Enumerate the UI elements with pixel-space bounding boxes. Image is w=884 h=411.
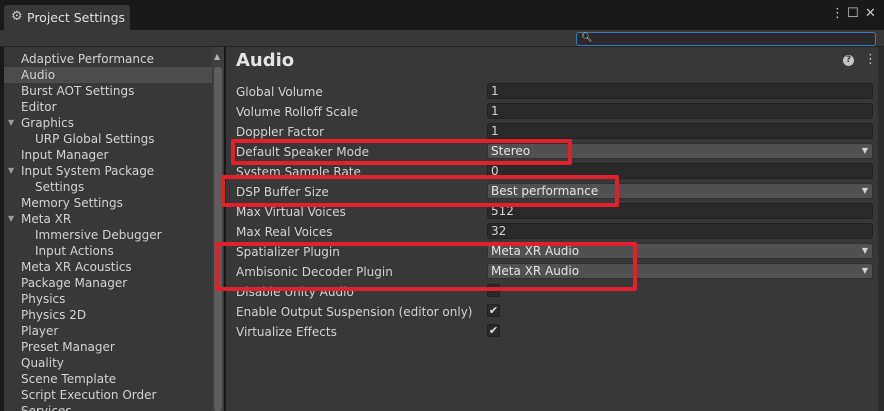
panel-menu-icon[interactable]: ⋮ <box>864 52 877 68</box>
search-input[interactable]: 🔍︎ <box>576 32 876 46</box>
sidebar-item-urp-global-settings[interactable]: URP Global Settings <box>4 131 212 147</box>
sidebar-item-label: Meta XR Acoustics <box>21 260 132 274</box>
sidebar-item-label: Services <box>21 404 72 411</box>
setting-label: Global Volume <box>236 85 323 99</box>
page-title: Audio <box>236 50 295 71</box>
sidebar-item-input-system-package[interactable]: ▼ Input System Package <box>4 163 212 179</box>
sidebar-item-memory-settings[interactable]: Memory Settings <box>4 195 212 211</box>
setting-row-volume-rolloff-scale: Volume Rolloff Scale 1 <box>226 102 878 122</box>
sidebar-item-label: Scene Template <box>21 372 117 386</box>
setting-row-virtualize-effects: Virtualize Effects ✔ <box>226 322 878 342</box>
sidebar-item-label: Editor <box>21 100 57 114</box>
settings-sidebar: Adaptive Performance Audio Burst AOT Setti… <box>4 47 212 411</box>
highlight-dsp-buffer-size <box>221 175 619 207</box>
sidebar-item-label: Input Actions <box>35 244 114 258</box>
chevron-down-icon: ▼ <box>861 146 868 155</box>
right-panel-edge <box>878 47 884 411</box>
tab-project-settings[interactable]: ⚙ Project Settings <box>4 5 130 30</box>
enable-output-suspension-editor-only-checkbox[interactable]: ✔ <box>487 304 500 317</box>
close-icon[interactable]: ✕ <box>865 6 876 22</box>
sidebar-item-burst-aot-settings[interactable]: Burst AOT Settings <box>4 83 212 99</box>
highlight-plugins <box>215 242 637 291</box>
highlight-default-speaker-mode <box>231 139 572 165</box>
sidebar-scrollbar[interactable]: ▲ <box>212 47 224 411</box>
sidebar-item-scene-template[interactable]: Scene Template <box>4 371 212 387</box>
sidebar-item-script-execution-order[interactable]: Script Execution Order <box>4 387 212 403</box>
gear-icon: ⚙ <box>11 9 23 24</box>
global-volume-field[interactable]: 1 <box>487 83 873 99</box>
setting-row-global-volume: Global Volume 1 <box>226 82 878 102</box>
sidebar-item-immersive-debugger[interactable]: Immersive Debugger <box>4 227 212 243</box>
scroll-up-arrow-icon[interactable]: ▲ <box>214 53 220 61</box>
sidebar-item-label: Meta XR <box>21 212 72 226</box>
sidebar-item-label: Memory Settings <box>21 196 123 210</box>
maximize-icon[interactable]: ☐ <box>847 6 859 22</box>
expand-arrow-icon[interactable]: ▼ <box>8 115 14 131</box>
sidebar-item-label: Input Manager <box>21 148 109 162</box>
sidebar-item-input-actions[interactable]: Input Actions <box>4 243 212 259</box>
expand-arrow-icon[interactable]: ▼ <box>8 163 14 179</box>
tab-title: Project Settings <box>27 10 126 25</box>
sidebar-item-label: Preset Manager <box>21 340 115 354</box>
checkmark-icon: ✔ <box>488 304 499 317</box>
scrollbar-thumb[interactable] <box>214 67 222 411</box>
doppler-factor-field[interactable]: 1 <box>487 123 873 139</box>
sidebar-item-label: Physics <box>21 292 66 306</box>
sidebar-item-meta-xr-acoustics[interactable]: Meta XR Acoustics <box>4 259 212 275</box>
checkmark-icon: ✔ <box>488 324 499 337</box>
sidebar-item-label: Burst AOT Settings <box>21 84 135 98</box>
sidebar-item-label: Package Manager <box>21 276 128 290</box>
sidebar-item-audio[interactable]: Audio <box>4 67 212 83</box>
audio-settings-panel: Audio ? ⋮ Global Volume 1 Volume Rolloff S… <box>226 47 878 411</box>
sidebar-item-label: Immersive Debugger <box>35 228 162 242</box>
virtualize-effects-checkbox[interactable]: ✔ <box>487 324 500 337</box>
window-title-bar: ⚙ Project Settings ⋮ ☐ ✕ <box>0 0 884 30</box>
chevron-down-icon: ▼ <box>861 266 868 275</box>
sidebar-item-label: Audio <box>21 68 56 82</box>
sidebar-item-quality[interactable]: Quality <box>4 355 212 371</box>
setting-row-max-real-voices: Max Real Voices 32 <box>226 222 878 242</box>
sidebar-item-adaptive-performance[interactable]: Adaptive Performance <box>4 51 212 67</box>
sidebar-item-label: Quality <box>21 356 64 370</box>
search-toolbar: 🔍︎ <box>0 30 884 47</box>
sidebar-item-editor[interactable]: Editor <box>4 99 212 115</box>
search-icon: 🔍︎ <box>581 33 593 43</box>
setting-label: Max Real Voices <box>236 225 333 239</box>
setting-label: Virtualize Effects <box>236 325 337 339</box>
sidebar-item-label: Settings <box>35 180 85 194</box>
expand-arrow-icon[interactable]: ▼ <box>8 211 14 227</box>
setting-label: Doppler Factor <box>236 125 325 139</box>
sidebar-item-label: Adaptive Performance <box>21 52 154 66</box>
sidebar-item-physics-2d[interactable]: Physics 2D <box>4 307 212 323</box>
sidebar-item-label: Script Execution Order <box>21 388 157 402</box>
sidebar-item-input-manager[interactable]: Input Manager <box>4 147 212 163</box>
sidebar-item-label: Graphics <box>21 116 74 130</box>
sidebar-item-services[interactable]: Services <box>4 403 212 411</box>
sidebar-item-label: Physics 2D <box>21 308 87 322</box>
sidebar-item-meta-xr[interactable]: ▼ Meta XR <box>4 211 212 227</box>
sidebar-item-settings[interactable]: Settings <box>4 179 212 195</box>
sidebar-item-preset-manager[interactable]: Preset Manager <box>4 339 212 355</box>
sidebar-item-label: Input System Package <box>21 164 155 178</box>
setting-label: Enable Output Suspension (editor only) <box>236 305 473 319</box>
sidebar-item-package-manager[interactable]: Package Manager <box>4 275 212 291</box>
sidebar-item-physics[interactable]: Physics <box>4 291 212 307</box>
sidebar-item-label: URP Global Settings <box>35 132 155 146</box>
setting-row-enable-output-suspension-editor-only: Enable Output Suspension (editor only) ✔ <box>226 302 878 322</box>
volume-rolloff-scale-field[interactable]: 1 <box>487 103 873 119</box>
chevron-down-icon: ▼ <box>861 186 868 195</box>
help-icon[interactable]: ? <box>843 55 854 66</box>
chevron-down-icon: ▼ <box>861 246 868 255</box>
sidebar-item-player[interactable]: Player <box>4 323 212 339</box>
max-real-voices-field[interactable]: 32 <box>487 223 873 239</box>
sidebar-item-graphics[interactable]: ▼ Graphics <box>4 115 212 131</box>
setting-label: Volume Rolloff Scale <box>236 105 358 119</box>
kebab-menu-icon[interactable]: ⋮ <box>831 6 844 22</box>
sidebar-item-label: Player <box>21 324 59 338</box>
